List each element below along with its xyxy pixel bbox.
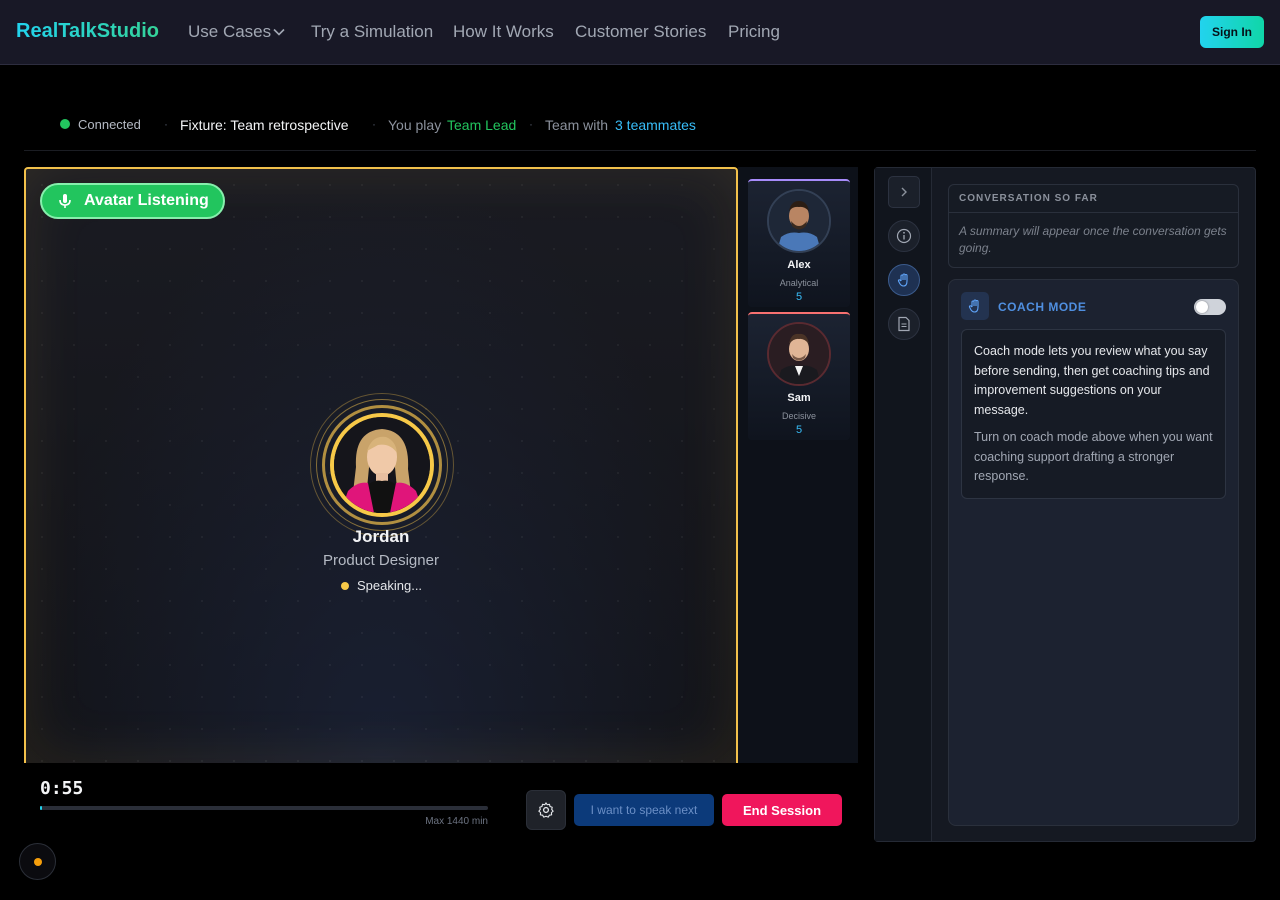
you-play-label: You play	[388, 117, 442, 133]
lead-avatar	[310, 393, 454, 537]
nav-how-it-works[interactable]: How It Works	[453, 22, 554, 42]
speaking-label: Speaking...	[357, 578, 423, 593]
info-tab-button[interactable]	[888, 220, 920, 252]
separator: ·	[372, 117, 376, 131]
connection-status: Connected	[78, 117, 141, 132]
alex-portrait	[767, 189, 831, 253]
conversation-summary-card: CONVERSATION SO FAR A summary will appea…	[948, 184, 1239, 268]
teammates-column: Alex Analytical 5 Sam Decisive 5	[738, 167, 858, 763]
session-progress-fill	[40, 806, 43, 810]
teammate-card-sam[interactable]: Sam Decisive 5	[748, 312, 850, 440]
collapse-panel-button[interactable]	[888, 176, 920, 208]
avatar-listening-badge: Avatar Listening	[40, 183, 225, 219]
brand-logo[interactable]: RealTalkStudio	[16, 20, 159, 43]
coach-hand-icon	[961, 292, 989, 320]
nav-try-simulation[interactable]: Try a Simulation	[311, 22, 433, 42]
coach-description: Coach mode lets you review what you say …	[961, 329, 1226, 499]
end-session-button[interactable]: End Session	[722, 794, 842, 826]
teammate-score: 5	[795, 424, 803, 436]
teammate-trait: Decisive	[781, 411, 816, 421]
speaking-dot	[341, 581, 349, 590]
nav-customer-stories[interactable]: Customer Stories	[575, 22, 706, 42]
summary-text: A summary will appear once the conversat…	[959, 224, 1227, 255]
lead-role: Product Designer	[323, 552, 439, 569]
side-panel: CONVERSATION SO FAR A summary will appea…	[874, 167, 1256, 842]
jordan-portrait	[330, 413, 434, 517]
lead-name: Jordan	[352, 527, 410, 546]
connection-dot	[60, 119, 70, 129]
session-timer: 0:55	[40, 778, 84, 799]
chevron-down-icon[interactable]	[272, 25, 286, 39]
teammate-name: Sam	[787, 392, 811, 404]
main-avatar-stage: Avatar Listening Jordan Product Designer…	[24, 167, 738, 763]
coach-mode-title: COACH MODE	[998, 300, 1087, 314]
microphone-icon	[59, 194, 71, 208]
session-status-bar: Connected · Fixture: Team retrospective …	[24, 104, 1256, 151]
teammates-count: 3 teammates	[615, 117, 696, 133]
document-icon	[898, 316, 910, 332]
listening-label: Avatar Listening	[84, 192, 209, 209]
coach-description-primary: Coach mode lets you review what you say …	[974, 344, 1210, 417]
floating-status-button[interactable]	[19, 843, 56, 880]
nav-pricing[interactable]: Pricing	[728, 22, 780, 42]
teammate-score: 5	[795, 291, 803, 303]
panel-rail	[875, 168, 932, 841]
chevron-right-icon	[901, 187, 907, 197]
player-role: Team Lead	[447, 117, 517, 133]
settings-button[interactable]	[526, 790, 566, 830]
team-with-label: Team with	[545, 117, 609, 133]
max-duration-label: Max 1440 min	[425, 816, 488, 827]
info-icon	[896, 228, 912, 244]
nav-use-cases[interactable]: Use Cases	[188, 22, 271, 42]
separator: ·	[164, 117, 168, 131]
teammate-trait: Analytical	[779, 278, 819, 288]
coach-mode-toggle[interactable]	[1194, 299, 1226, 315]
separator: ·	[529, 117, 533, 131]
teammate-card-alex[interactable]: Alex Analytical 5	[748, 179, 850, 307]
coach-description-secondary: Turn on coach mode above when you want c…	[974, 430, 1213, 483]
gear-icon	[538, 802, 554, 818]
transcript-tab-button[interactable]	[888, 308, 920, 340]
session-progress-bar	[40, 806, 488, 810]
summary-title: CONVERSATION SO FAR	[949, 185, 1238, 213]
coach-tab-button[interactable]	[888, 264, 920, 296]
sam-portrait	[767, 322, 831, 386]
fixture-label: Fixture: Team retrospective	[180, 117, 349, 133]
coach-mode-card: COACH MODE Coach mode lets you review wh…	[948, 279, 1239, 826]
top-navbar: RealTalkStudio Use Cases Try a Simulatio…	[0, 0, 1280, 65]
speak-next-button[interactable]: I want to speak next	[574, 794, 714, 826]
toggle-knob	[1196, 301, 1208, 313]
sign-in-button[interactable]: Sign In	[1200, 16, 1264, 48]
hand-icon	[897, 273, 908, 287]
teammate-name: Alex	[787, 259, 811, 271]
speaking-indicator: Speaking...	[341, 578, 422, 593]
status-dot-icon	[33, 857, 42, 866]
